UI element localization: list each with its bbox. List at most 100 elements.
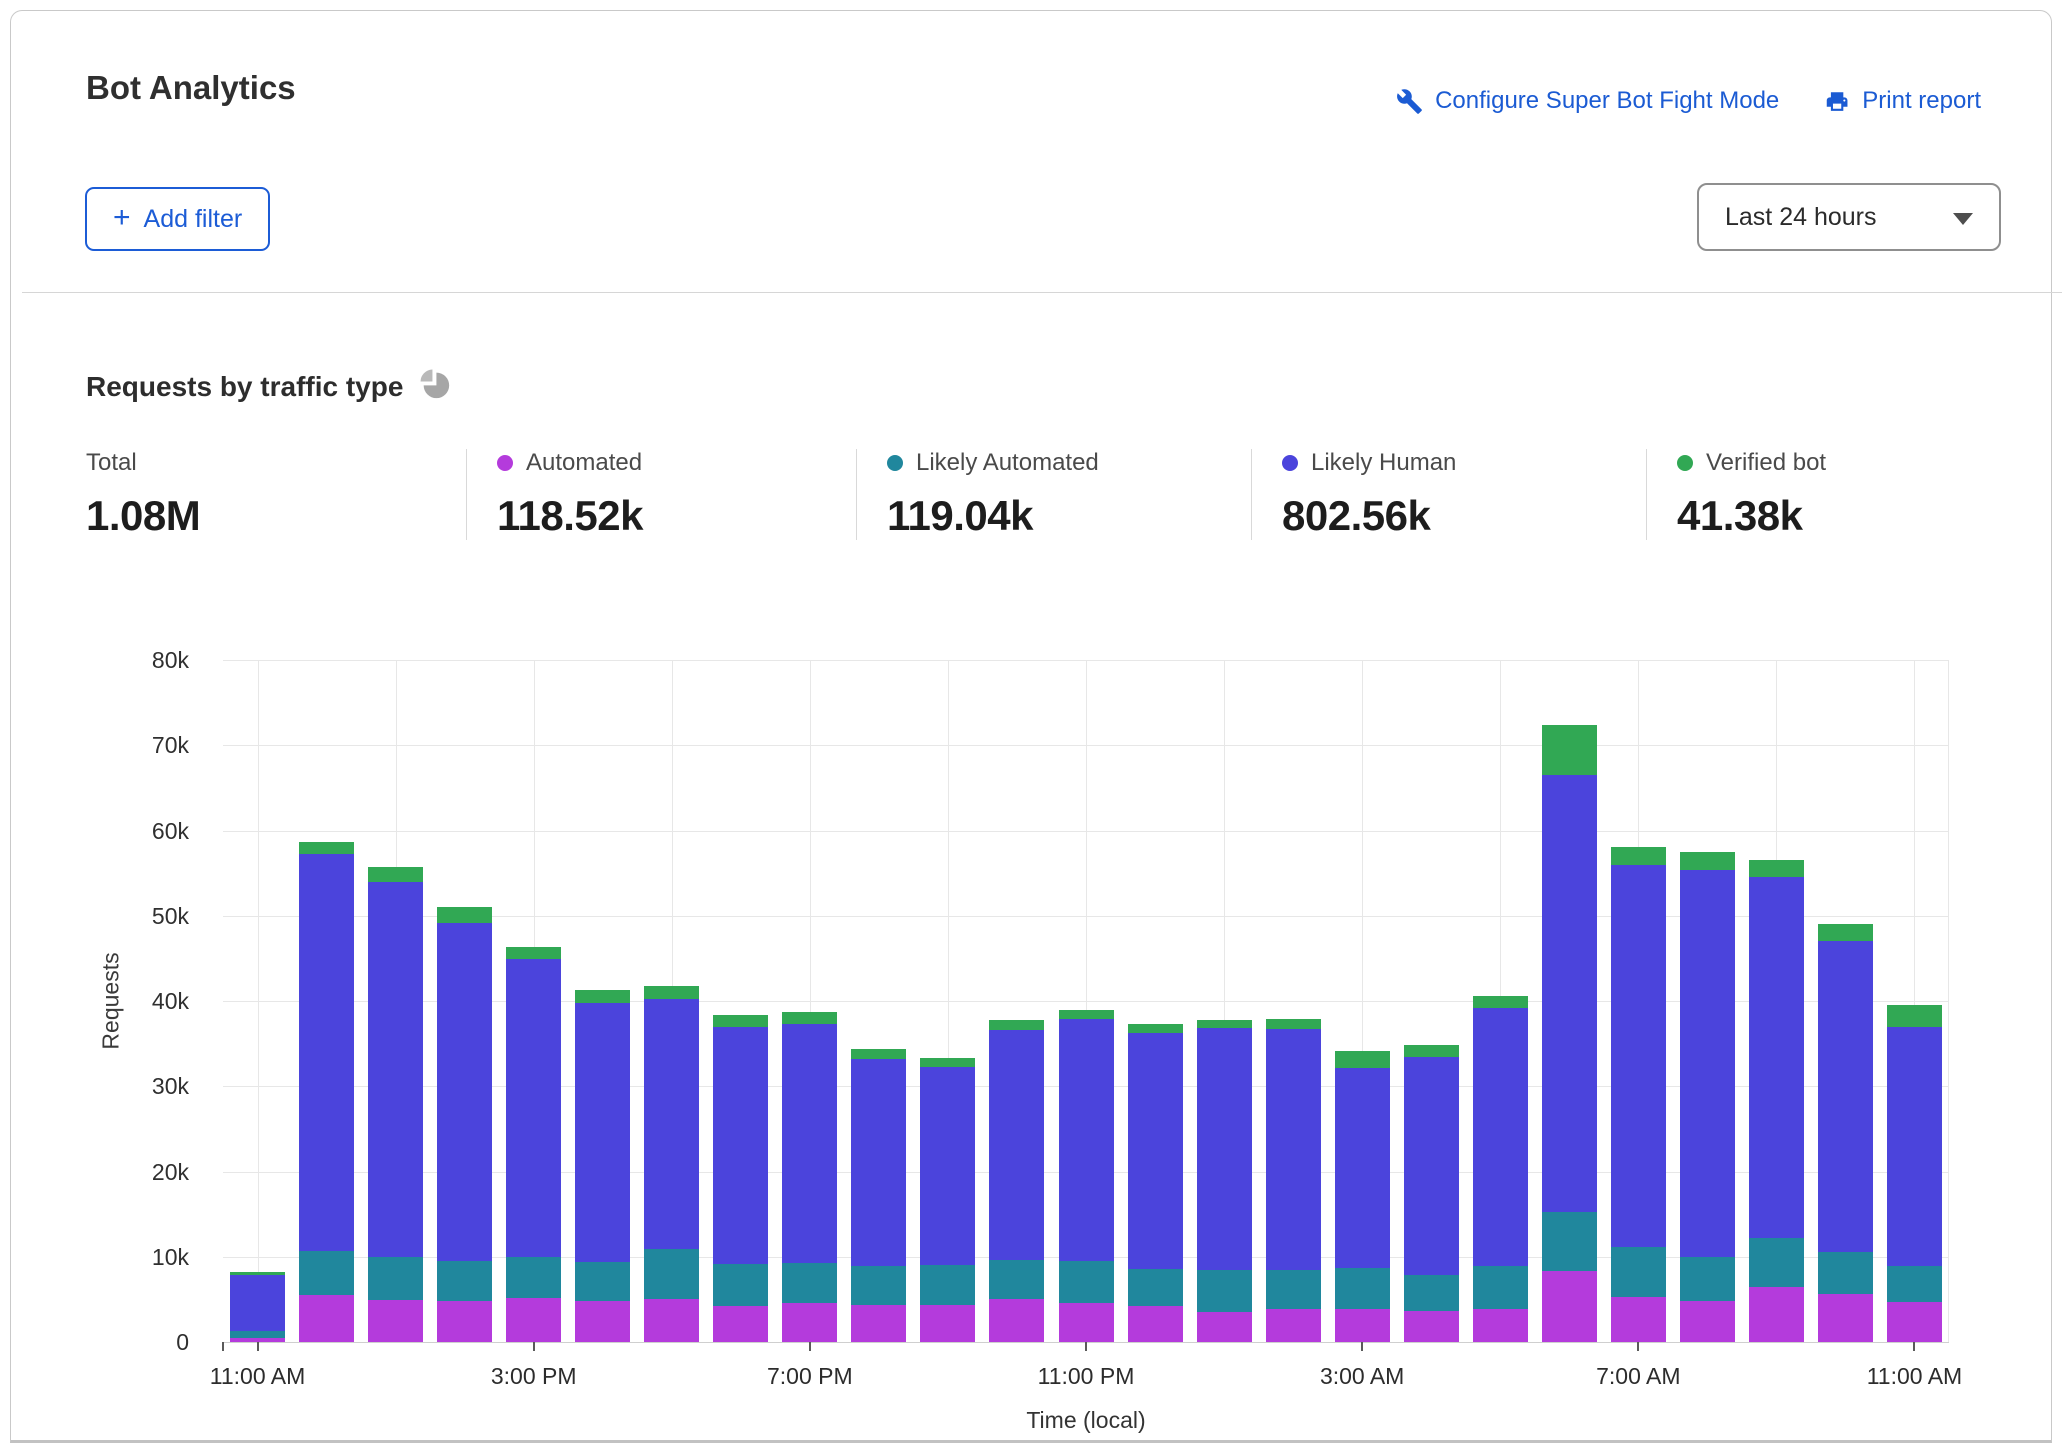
bar-segment-verified-bot [989,1020,1044,1030]
bar-segment-verified-bot [1887,1005,1942,1026]
bar-segment-automated [1473,1309,1528,1342]
add-filter-button[interactable]: + Add filter [85,187,270,251]
bar-segment-likely-automated [506,1257,561,1298]
print-report-link[interactable]: Print report [1823,87,1981,115]
bar-segment-likely-automated [644,1249,699,1298]
stat-likely-human[interactable]: Likely Human 802.56k [1251,449,1646,540]
bar-segment-automated [437,1301,492,1342]
bar-segment-likely-automated [989,1260,1044,1299]
automated-legend-dot [497,455,513,471]
bar-segment-likely-automated [1818,1252,1873,1295]
y-tick-label: 20k [107,1158,189,1186]
x-tick-label: 11:00 AM [168,1363,348,1390]
bar-segment-verified-bot [644,986,699,1000]
bar-segment-likely-automated [713,1264,768,1306]
configure-super-bot-fight-mode-link[interactable]: Configure Super Bot Fight Mode [1396,87,1779,115]
bar-segment-verified-bot [1335,1051,1390,1068]
bar-segment-automated [1404,1311,1459,1342]
stat-verified-bot-value: 41.38k [1677,492,1996,540]
stat-total[interactable]: Total 1.08M [86,449,466,540]
bar-segment-verified-bot [1404,1045,1459,1057]
bar-segment-automated [782,1303,837,1342]
bar-300am[interactable] [1335,1051,1390,1342]
bar-400pm[interactable] [575,990,630,1342]
bar-segment-automated [1197,1312,1252,1342]
bar-1000pm[interactable] [989,1020,1044,1342]
bar-600pm[interactable] [713,1015,768,1342]
bar-500pm[interactable] [644,986,699,1342]
bar-segment-verified-bot [713,1015,768,1027]
bar-segment-likely-human [1128,1033,1183,1268]
bar-600am[interactable] [1542,725,1597,1342]
bar-segment-likely-automated [1128,1269,1183,1307]
wrench-icon [1396,88,1423,115]
bar-200am[interactable] [1266,1019,1321,1342]
bar-700am[interactable] [1611,847,1666,1342]
bar-segment-likely-automated [851,1266,906,1305]
likely-automated-legend-dot [887,455,903,471]
bar-segment-automated [1542,1271,1597,1342]
bar-1200pm[interactable] [299,842,354,1342]
bar-segment-automated [1818,1294,1873,1342]
x-tick-label: 11:00 PM [996,1363,1176,1390]
bar-segment-likely-human [1749,877,1804,1238]
x-tick-label: 7:00 PM [720,1363,900,1390]
bar-1100am[interactable] [1887,1005,1942,1342]
bar-800pm[interactable] [851,1049,906,1342]
bar-segment-verified-bot [1473,996,1528,1008]
bar-800am[interactable] [1680,852,1735,1342]
bar-segment-likely-human [1404,1057,1459,1274]
bar-segment-likely-automated [1680,1257,1735,1301]
bar-100am[interactable] [1197,1020,1252,1342]
bar-segment-likely-human [1611,865,1666,1247]
bar-segment-likely-human [437,923,492,1261]
x-tick-label: 3:00 PM [444,1363,624,1390]
x-tick-label: 7:00 AM [1548,1363,1728,1390]
bar-segment-automated [1335,1309,1390,1342]
x-tick-mark [533,1342,535,1351]
bar-segment-likely-human [575,1003,630,1262]
bar-segment-verified-bot [230,1272,285,1275]
bar-segment-likely-automated [1335,1268,1390,1309]
plus-icon: + [113,203,131,233]
verified-bot-legend-dot [1677,455,1693,471]
stat-verified-bot[interactable]: Verified bot 41.38k [1646,449,2006,540]
stat-automated-value: 118.52k [497,492,846,540]
bar-segment-likely-automated [575,1262,630,1301]
bar-segment-likely-human [1266,1029,1321,1269]
plot-area [223,660,1949,1342]
bar-900pm[interactable] [920,1058,975,1342]
bar-segment-verified-bot [1128,1024,1183,1033]
bar-1200am[interactable] [1128,1024,1183,1342]
bar-segment-likely-automated [1059,1261,1114,1303]
bar-1100am[interactable] [230,1272,285,1342]
axis-start-tick [222,1342,224,1351]
bar-segment-automated [713,1306,768,1342]
bar-segment-likely-human [368,882,423,1257]
bar-500am[interactable] [1473,996,1528,1342]
bar-segment-automated [920,1305,975,1343]
stat-automated-label: Automated [526,449,642,477]
bot-analytics-page: Bot Analytics Configure Super Bot Fight … [0,0,2062,1450]
stat-likely-automated[interactable]: Likely Automated 119.04k [856,449,1251,540]
likely-human-legend-dot [1282,455,1298,471]
bar-700pm[interactable] [782,1012,837,1342]
bar-segment-automated [1749,1287,1804,1342]
bar-segment-verified-bot [1749,860,1804,876]
bar-segment-likely-human [1197,1028,1252,1270]
bar-segment-likely-automated [437,1261,492,1301]
bar-900am[interactable] [1749,860,1804,1342]
stat-verified-bot-label: Verified bot [1706,449,1826,477]
v-gridline [1948,660,1949,1342]
bar-segment-automated [299,1295,354,1342]
bar-200pm[interactable] [437,907,492,1342]
bar-1000am[interactable] [1818,924,1873,1342]
bar-400am[interactable] [1404,1045,1459,1342]
time-range-dropdown[interactable]: Last 24 hours [1697,183,2001,251]
stat-automated[interactable]: Automated 118.52k [466,449,856,540]
bar-segment-likely-automated [230,1331,285,1338]
bar-300pm[interactable] [506,947,561,1342]
bar-1100pm[interactable] [1059,1010,1114,1342]
bar-100pm[interactable] [368,867,423,1342]
bar-segment-automated [1059,1303,1114,1342]
